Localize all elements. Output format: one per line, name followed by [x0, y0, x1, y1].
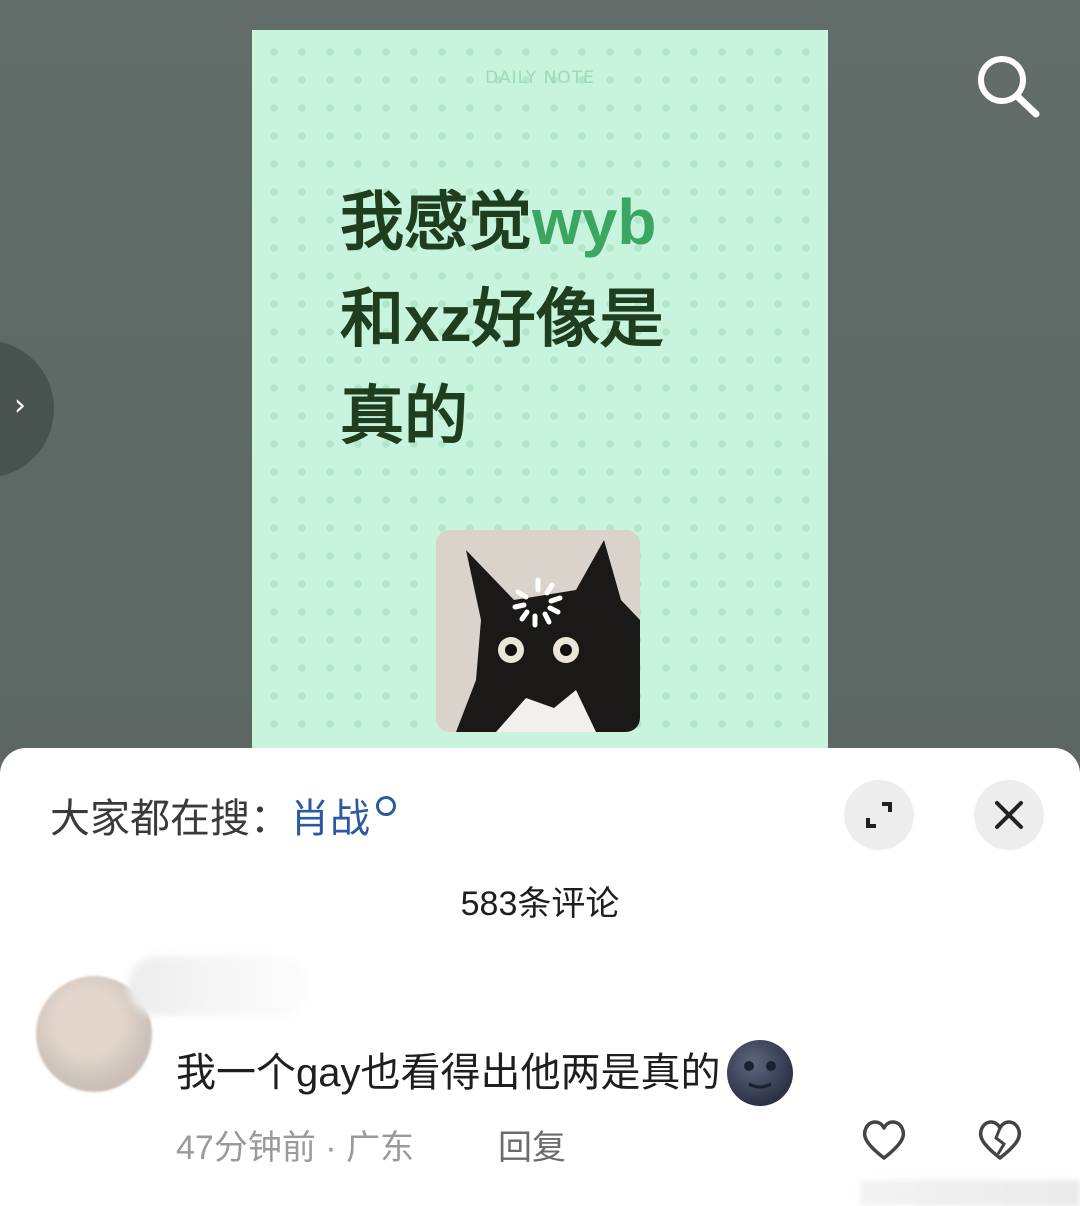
comment-meta: 47分钟前 · 广东	[176, 1120, 414, 1169]
note-line-3: 真的	[340, 380, 468, 452]
note-line-1: 我感觉wyb	[340, 190, 656, 254]
expand-icon	[866, 802, 892, 828]
broken-heart-icon	[978, 1120, 1022, 1160]
cat-meme-image	[436, 530, 640, 732]
close-button[interactable]	[974, 780, 1044, 850]
moon-face-icon	[743, 1061, 776, 1089]
comments-sheet: 大家都在搜：肖战 583条评论 我一个gay也看得出他两是真的 47分钟前 · …	[0, 748, 1080, 1206]
cat-meme-illustration	[436, 530, 640, 732]
trending-label: 大家都在搜：	[50, 797, 290, 841]
username-blurred[interactable]	[128, 956, 308, 1016]
trending-term-link[interactable]: 肖战	[290, 797, 370, 841]
like-button[interactable]	[858, 1114, 910, 1170]
bottom-fade	[860, 1180, 1080, 1206]
heart-icon	[862, 1120, 906, 1160]
comment-time: 47分钟前	[176, 1129, 316, 1167]
expand-button[interactable]	[844, 780, 914, 850]
note-line-1-highlight: wyb	[532, 186, 657, 258]
comment-count: 583条评论	[460, 885, 620, 923]
comment-body: 我一个gay也看得出他两是真的	[176, 1051, 721, 1095]
note-header: DAILY NOTE	[485, 68, 595, 88]
search-button[interactable]	[968, 48, 1048, 128]
new-moon-face-emoji	[726, 1040, 793, 1106]
comment-location: 广东	[346, 1129, 415, 1167]
trending-search: 大家都在搜：肖战	[50, 786, 396, 844]
search-small-icon	[376, 796, 396, 816]
chevron-right-icon: ›	[14, 388, 26, 423]
post-image[interactable]: DAILY NOTE 我感觉wyb 和xz好像是 真的	[252, 30, 828, 770]
reply-button[interactable]: 回复	[498, 1120, 566, 1169]
dislike-button[interactable]	[974, 1114, 1026, 1170]
search-icon	[978, 56, 1040, 118]
note-line-2: 和xz好像是	[340, 283, 664, 355]
close-icon	[995, 801, 1023, 829]
meta-separator: ·	[325, 1129, 337, 1167]
comment-text: 我一个gay也看得出他两是真的	[176, 1040, 793, 1106]
note-line-1-prefix: 我感觉	[340, 186, 532, 258]
